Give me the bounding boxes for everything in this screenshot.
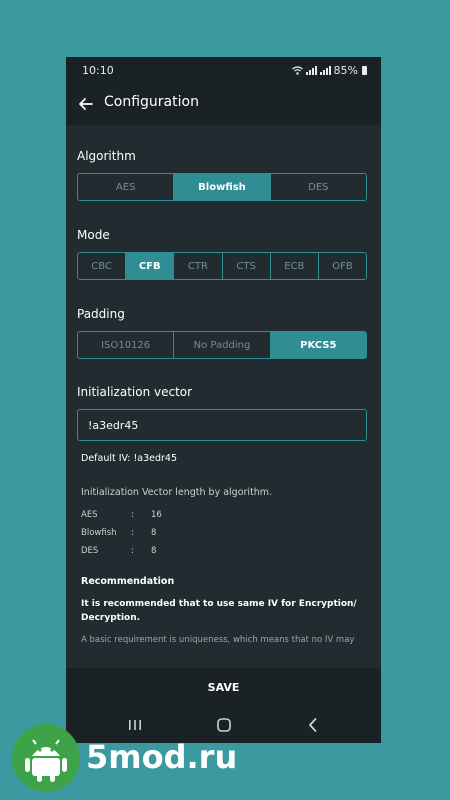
algorithm-option-blowfish[interactable]: Blowfish [174, 174, 271, 200]
recommendation-line-2: Decryption. [81, 613, 141, 623]
status-icons: 85% [291, 64, 367, 77]
status-bar: 10:10 85% [66, 57, 381, 83]
back-nav-icon[interactable] [303, 715, 323, 735]
table-cell-value: 8 [151, 546, 157, 556]
mode-option-ecb[interactable]: ECB [271, 253, 319, 279]
padding-option-no-padding[interactable]: No Padding [174, 332, 271, 358]
table-cell-sep: : [131, 528, 134, 538]
iv-label: Initialization vector [77, 385, 193, 399]
watermark-text: 5mod.ru [86, 738, 238, 776]
page-title: Configuration [104, 94, 199, 110]
android-icon [12, 724, 80, 792]
table-cell-value: 8 [151, 528, 157, 538]
table-cell-name: DES [81, 546, 99, 556]
settings-content: Algorithm AES Blowfish DES Mode CBC CFB … [66, 125, 381, 668]
signal-icon-2 [319, 66, 331, 75]
algorithm-option-aes[interactable]: AES [78, 174, 175, 200]
wifi-icon [291, 66, 303, 75]
battery-percent: 85% [333, 64, 358, 77]
table-row: AES : 16 [81, 510, 201, 528]
mode-option-ctr[interactable]: CTR [174, 253, 223, 279]
padding-selector: ISO10126 No Padding PKCS5 [77, 331, 367, 359]
algorithm-option-des[interactable]: DES [271, 174, 366, 200]
iv-length-heading: Initialization Vector length by algorith… [81, 487, 273, 498]
default-iv-text: Default IV: !a3edr45 [81, 453, 178, 464]
table-cell-value: 16 [151, 510, 162, 520]
padding-option-pkcs5[interactable]: PKCS5 [270, 332, 366, 358]
recommendation-line-1: It is recommended that to use same IV fo… [81, 599, 357, 609]
table-row: DES : 8 [81, 546, 201, 564]
iv-length-table: AES : 16 Blowfish : 8 DES : 8 [81, 510, 201, 564]
recommendation-line-3: A basic requirement is uniqueness, which… [81, 635, 355, 645]
battery-icon [362, 66, 367, 75]
signal-icon [305, 66, 317, 75]
save-button[interactable]: SAVE [66, 668, 381, 706]
mode-label: Mode [77, 228, 110, 242]
padding-label: Padding [77, 307, 125, 321]
mode-option-cts[interactable]: CTS [223, 253, 271, 279]
status-time: 10:10 [82, 64, 114, 77]
app-bar: Configuration [66, 83, 381, 125]
recommendation-heading: Recommendation [81, 576, 175, 587]
mode-option-ofb[interactable]: OFB [319, 253, 366, 279]
iv-input[interactable] [77, 409, 367, 441]
watermark: 5mod.ru [12, 724, 272, 794]
arrow-left-icon[interactable] [76, 94, 96, 114]
phone-screen: 10:10 85% Configuration Algorithm AES Bl… [66, 57, 381, 743]
padding-option-iso10126[interactable]: ISO10126 [78, 332, 175, 358]
mode-selector: CBC CFB CTR CTS ECB OFB [77, 252, 367, 280]
algorithm-label: Algorithm [77, 149, 136, 163]
table-cell-name: AES [81, 510, 98, 520]
mode-option-cfb[interactable]: CFB [126, 253, 175, 279]
table-cell-sep: : [131, 510, 134, 520]
table-row: Blowfish : 8 [81, 528, 201, 546]
table-cell-name: Blowfish [81, 528, 117, 538]
table-cell-sep: : [131, 546, 134, 556]
mode-option-cbc[interactable]: CBC [78, 253, 127, 279]
algorithm-selector: AES Blowfish DES [77, 173, 367, 201]
